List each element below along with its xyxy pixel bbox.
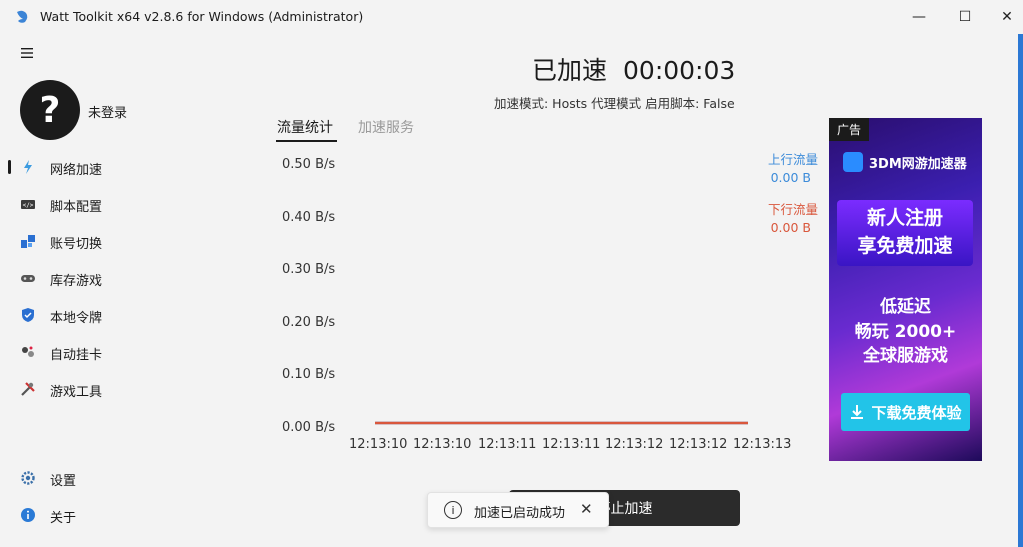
window-title: Watt Toolkit x64 v2.8.6 for Windows (Adm… [40,9,364,24]
lightning-icon [24,160,32,174]
sidebar-item-label: 库存游戏 [50,274,103,289]
sidebar-item-auto-card[interactable]: 自动挂卡 [0,335,220,369]
title-bar: Watt Toolkit x64 v2.8.6 for Windows (Adm… [0,0,1023,34]
ad-tag: 广告 [829,118,870,141]
elapsed-time: 00:00:03 [623,56,736,85]
accel-status-label: 已加速 [532,56,608,85]
minimize-button[interactable]: — [896,0,942,34]
svg-text:</>: </> [23,202,34,209]
sidebar-item-local-token[interactable]: 本地令牌 [0,298,220,332]
hamburger-menu-icon[interactable] [20,46,34,60]
ad-line2: 畅玩 2000+ [854,322,957,342]
sidebar-item-label: 脚本配置 [50,200,103,215]
x-tick-label: 12:13:11 [542,437,601,452]
gamepad-icon [21,275,35,282]
selected-indicator [8,160,11,174]
info-icon [21,508,35,522]
auto-card-icon [22,346,34,357]
tab-accel-services[interactable]: 加速服务 [358,117,414,137]
ad-banner: 新人注册 享免费加速 [837,200,973,266]
ad-banner-line2: 享免费加速 [857,235,953,257]
toast-close-icon[interactable]: ✕ [580,500,593,518]
ad-brand: 3DM网游加速器 [843,152,967,172]
app-logo-icon [17,10,28,23]
active-tab-indicator [276,140,337,142]
sidebar: ? 未登录 网络加速 </> 脚本配置 账号切换 库存游戏 本地令牌 自动挂卡 … [0,34,220,547]
gear-icon [21,471,35,485]
sidebar-item-label: 游戏工具 [50,385,103,400]
download-icon [851,405,864,419]
sidebar-item-label: 关于 [50,511,77,526]
toast-notification: i 加速已启动成功 ✕ [427,492,609,528]
accel-mode-line: 加速模式: Hosts 代理模式 启用脚本: False [494,96,735,111]
sidebar-item-game-tools[interactable]: 游戏工具 [0,372,220,406]
sidebar-item-game-library[interactable]: 库存游戏 [0,261,220,295]
sidebar-item-label: 账号切换 [50,237,103,252]
toast-message: 加速已启动成功 [474,506,566,521]
avatar[interactable]: ? [20,80,80,140]
window-edge [1018,34,1023,547]
accel-status: 已加速 00:00:03 [532,51,735,87]
ad-brand-name: 3DM网游加速器 [869,156,967,172]
x-tick-label: 12:13:11 [478,437,537,452]
ad-banner-line1: 新人注册 [866,207,943,229]
y-tick-label: 0.00 B/s [282,420,336,435]
x-tick-label: 12:13:10 [349,437,408,452]
y-tick-label: 0.30 B/s [282,262,336,277]
x-tick-label: 12:13:12 [669,437,728,452]
traffic-chart [375,421,748,425]
tab-traffic-stats[interactable]: 流量统计 [277,117,333,137]
ad-brand-logo-icon [843,152,863,172]
info-icon: i [444,501,462,519]
x-tick-label: 12:13:12 [605,437,664,452]
close-button[interactable]: ✕ [984,0,1023,34]
legend-upload-label: 上行流量 [767,152,818,167]
y-tick-label: 0.50 B/s [282,157,336,172]
sidebar-item-label: 自动挂卡 [50,348,103,363]
y-tick-label: 0.20 B/s [282,315,336,330]
legend-download-label: 下行流量 [767,202,818,217]
login-status[interactable]: 未登录 [88,102,127,121]
ad-download-button[interactable]: 下载免费体验 [841,393,970,431]
sidebar-item-account-switch[interactable]: 账号切换 [0,224,220,258]
legend-download-value: 0.00 B [770,220,811,235]
ad-download-label: 下载免费体验 [871,403,962,422]
x-tick-label: 12:13:10 [413,437,472,452]
sidebar-item-label: 设置 [50,474,77,489]
shield-icon [22,308,34,322]
sidebar-item-label: 本地令牌 [50,311,103,326]
sidebar-item-network-accel[interactable]: 网络加速 [0,150,220,184]
sidebar-item-about[interactable]: 关于 [0,498,220,532]
sidebar-item-label: 网络加速 [50,163,103,178]
sidebar-item-script-config[interactable]: </> 脚本配置 [0,187,220,221]
y-tick-label: 0.10 B/s [282,367,336,382]
sidebar-item-settings[interactable]: 设置 [0,461,220,495]
x-tick-label: 12:13:13 [733,437,792,452]
ad-line3: 全球服游戏 [863,346,948,366]
y-tick-label: 0.40 B/s [282,210,336,225]
legend-upload-value: 0.00 B [770,170,811,185]
script-icon: </> [21,200,35,209]
ad-line1: 低延迟 [880,297,931,317]
account-switch-icon [21,235,35,248]
maximize-button[interactable]: ☐ [942,0,988,34]
tools-icon [21,382,35,396]
ad-panel[interactable]: 广告 3DM网游加速器 新人注册 享免费加速 低延迟 畅玩 2000+ 全球服游… [829,118,982,461]
